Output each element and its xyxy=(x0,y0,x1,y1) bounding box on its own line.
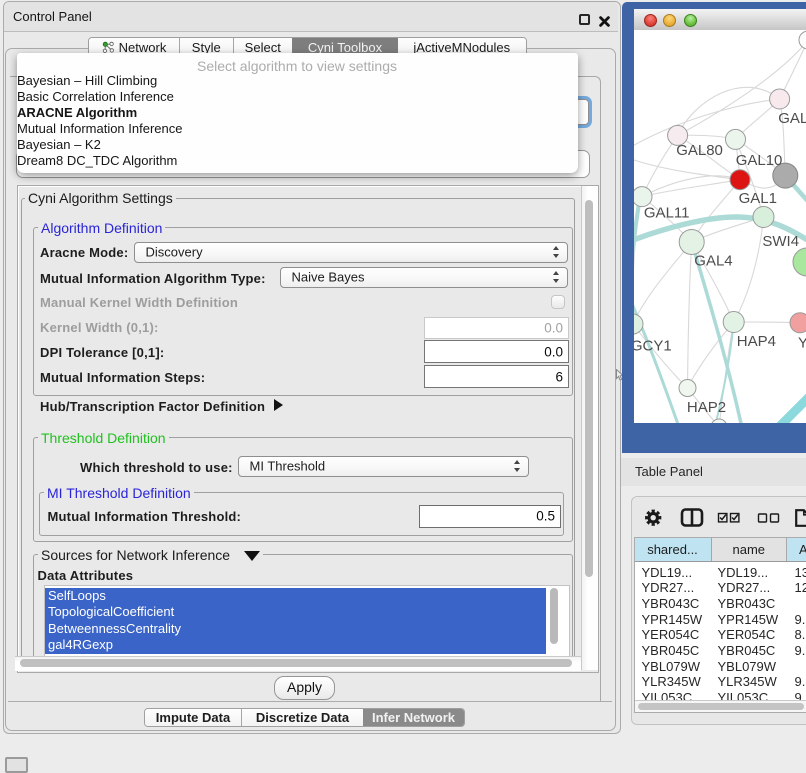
svg-text:GAL10: GAL10 xyxy=(736,152,783,169)
svg-text:YJR: YJR xyxy=(798,335,806,352)
svg-text:GAL2: GAL2 xyxy=(778,110,806,127)
svg-text:SWI4: SWI4 xyxy=(762,233,799,250)
svg-text:HAP4: HAP4 xyxy=(737,333,776,350)
svg-text:HAP2: HAP2 xyxy=(687,399,726,416)
svg-text:GAL11: GAL11 xyxy=(644,205,690,222)
svg-text:GAL80: GAL80 xyxy=(676,142,723,159)
svg-text:GCY1: GCY1 xyxy=(634,338,672,355)
svg-text:GAL4: GAL4 xyxy=(694,253,732,270)
svg-text:GAL1: GAL1 xyxy=(739,190,777,207)
